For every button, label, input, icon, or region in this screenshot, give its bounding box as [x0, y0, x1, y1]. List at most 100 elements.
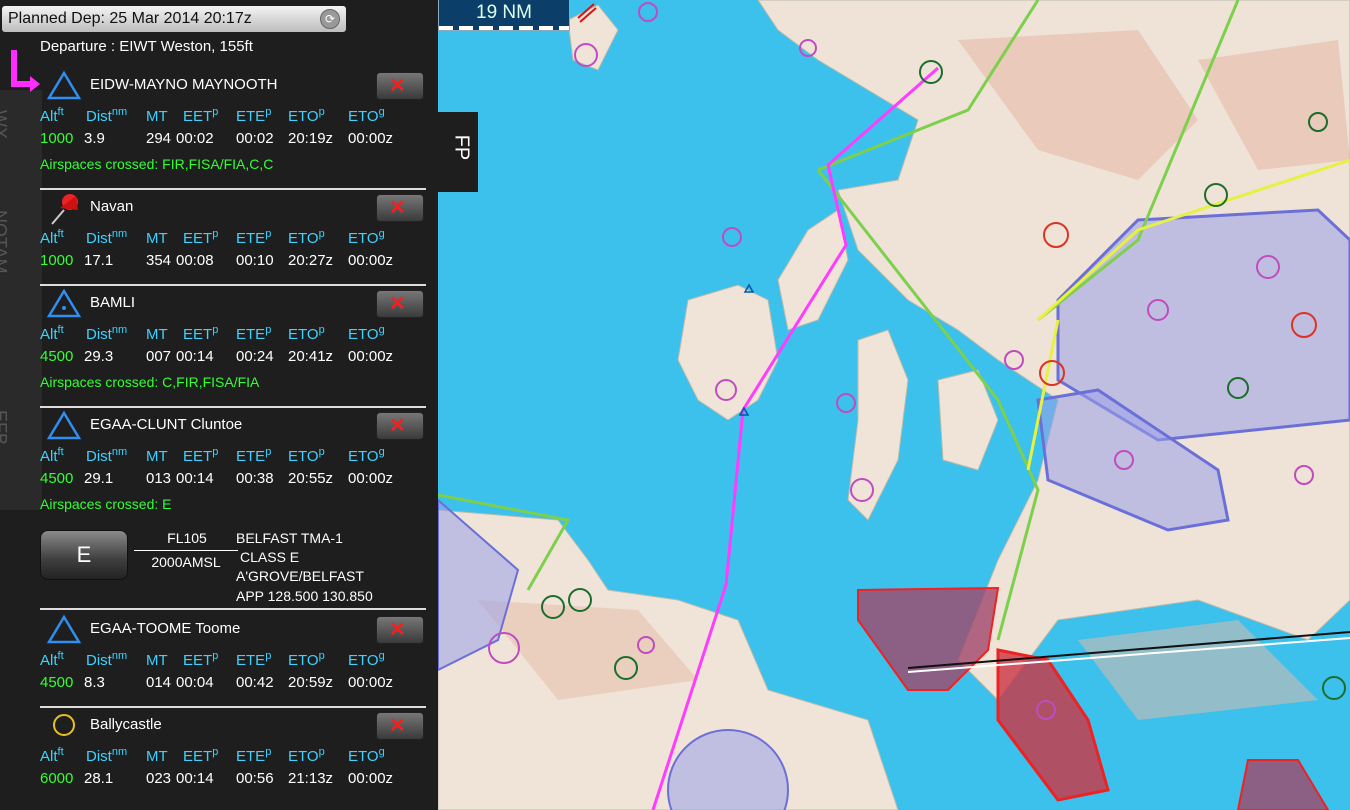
waypoint-header[interactable]: BAMLI ✕ — [40, 288, 426, 318]
limit-divider — [134, 550, 238, 551]
airspace-class-button[interactable]: E — [40, 530, 128, 580]
delete-waypoint-button[interactable]: ✕ — [376, 412, 424, 440]
airport-marker — [1322, 676, 1346, 700]
tab-fp[interactable]: FP — [438, 112, 478, 192]
delete-icon: ✕ — [389, 293, 406, 315]
column-header: EETp — [183, 746, 219, 765]
airspaces-crossed: Airspaces crossed: E — [40, 496, 172, 512]
airspace-lower-limit: 2000AMSL — [151, 554, 221, 570]
column-headers: Altft Distnm MT EETp ETEp ETOp ETOg — [40, 324, 426, 346]
column-header: Altft — [40, 746, 64, 765]
delete-icon: ✕ — [389, 715, 406, 737]
triangle-icon — [46, 410, 82, 440]
waypoint-separator — [40, 284, 426, 286]
column-header: MT — [146, 230, 168, 247]
tab-wx[interactable]: WX — [0, 110, 10, 139]
triangle-icon — [46, 614, 82, 644]
scale-indicator: 19 NM — [438, 0, 570, 31]
departure-arrow-icon — [11, 50, 40, 92]
column-header: MT — [146, 448, 168, 465]
flight-plan-panel: WX NOTAM EFB Planned Dep: 25 Mar 2014 20… — [0, 0, 438, 810]
delete-waypoint-button[interactable]: ✕ — [376, 616, 424, 644]
waypoint-name: BAMLI — [90, 294, 136, 311]
airspace-restricted-2 — [996, 648, 1110, 802]
value-eet: 00:14 — [176, 348, 214, 365]
map-view[interactable] — [438, 0, 1350, 810]
navaid-marker — [722, 227, 742, 247]
map-canvas[interactable] — [438, 0, 1350, 810]
delete-icon: ✕ — [389, 415, 406, 437]
side-tabs: WX NOTAM EFB — [0, 90, 42, 510]
value-alt[interactable]: 4500 — [40, 674, 73, 691]
value-dist: 28.1 — [84, 770, 114, 787]
planned-departure-bar[interactable]: Planned Dep: 25 Mar 2014 20:17z ⟳ — [2, 6, 346, 32]
tab-notam[interactable]: NOTAM — [0, 210, 10, 274]
waypoint-separator — [40, 706, 426, 708]
column-header: Distnm — [86, 746, 128, 765]
column-header: Altft — [40, 446, 64, 465]
value-alt[interactable]: 1000 — [40, 252, 73, 269]
waypoint-separator — [40, 608, 426, 610]
waypoint-header[interactable]: Navan ✕ — [40, 192, 426, 225]
column-header: MT — [146, 652, 168, 669]
waypoint-values: 1000 3.9 294 00:02 00:02 20:19z 00:00z — [40, 130, 426, 150]
triangle-dot-icon — [46, 288, 82, 318]
edit-time-button[interactable]: ⟳ — [320, 9, 340, 29]
column-header: ETOp — [288, 446, 325, 465]
column-header: ETOp — [288, 228, 325, 247]
airspace-name: BELFAST TMA-1 — [236, 530, 343, 546]
value-eto-p: 20:41z — [288, 348, 334, 365]
column-header: Distnm — [86, 446, 128, 465]
delete-waypoint-button[interactable]: ✕ — [376, 72, 424, 100]
column-header: EETp — [183, 446, 219, 465]
waypoint-values: 4500 8.3 014 00:04 00:42 20:59z 00:00z — [40, 674, 426, 694]
column-header: ETOg — [348, 650, 385, 669]
navaid-marker — [836, 393, 856, 413]
value-alt[interactable]: 4500 — [40, 348, 73, 365]
value-alt[interactable]: 1000 — [40, 130, 73, 147]
waypoint-header[interactable]: EIDW-MAYNO MAYNOOTH ✕ — [40, 70, 426, 100]
value-ete: 00:10 — [236, 252, 274, 269]
waypoint-name: EIDW-MAYNO MAYNOOTH — [90, 76, 278, 93]
airspace-restricted-3 — [1236, 759, 1330, 810]
value-dist: 17.1 — [84, 252, 114, 269]
value-eto-g: 00:00z — [348, 770, 394, 787]
waypoint-header[interactable]: EGAA-TOOME Toome ✕ — [40, 614, 426, 644]
column-header: Distnm — [86, 650, 128, 669]
value-ete: 00:56 — [236, 770, 274, 787]
value-eet: 00:08 — [176, 252, 214, 269]
waypoint-header[interactable]: EGAA-CLUNT Cluntoe ✕ — [40, 410, 426, 440]
pushpin-icon — [46, 192, 82, 225]
value-eet: 00:04 — [176, 674, 214, 691]
value-eto-p: 20:27z — [288, 252, 334, 269]
waypoint-values: 4500 29.1 013 00:14 00:38 20:55z 00:00z — [40, 470, 426, 490]
column-headers: Altft Distnm MT EETp ETEp ETOp ETOg — [40, 106, 426, 128]
column-header: ETEp — [236, 324, 272, 343]
value-eto-p: 20:59z — [288, 674, 334, 691]
delete-waypoint-button[interactable]: ✕ — [376, 290, 424, 318]
column-header: Altft — [40, 324, 64, 343]
column-header: ETOg — [348, 106, 385, 125]
value-eto-g: 00:00z — [348, 674, 394, 691]
column-header: Distnm — [86, 324, 128, 343]
value-eto-g: 00:00z — [348, 130, 394, 147]
land-kintyre — [847, 329, 909, 521]
column-header: ETEp — [236, 228, 272, 247]
scale-label: 19 NM — [476, 2, 532, 23]
column-header: Altft — [40, 650, 64, 669]
tab-efb[interactable]: EFB — [0, 410, 10, 445]
value-alt[interactable]: 6000 — [40, 770, 73, 787]
value-dist: 29.3 — [84, 348, 114, 365]
waypoint-header[interactable]: Ballycastle ✕ — [40, 710, 426, 740]
value-mt: 014 — [146, 674, 172, 691]
value-mt: 294 — [146, 130, 172, 147]
value-alt[interactable]: 4500 — [40, 470, 73, 487]
value-ete: 00:02 — [236, 130, 274, 147]
column-header: Altft — [40, 228, 64, 247]
waypoint-name: EGAA-CLUNT Cluntoe — [90, 416, 243, 433]
delete-icon: ✕ — [389, 619, 406, 641]
delete-waypoint-button[interactable]: ✕ — [376, 712, 424, 740]
delete-waypoint-button[interactable]: ✕ — [376, 194, 424, 222]
column-header: Distnm — [86, 106, 128, 125]
column-header: ETEp — [236, 746, 272, 765]
